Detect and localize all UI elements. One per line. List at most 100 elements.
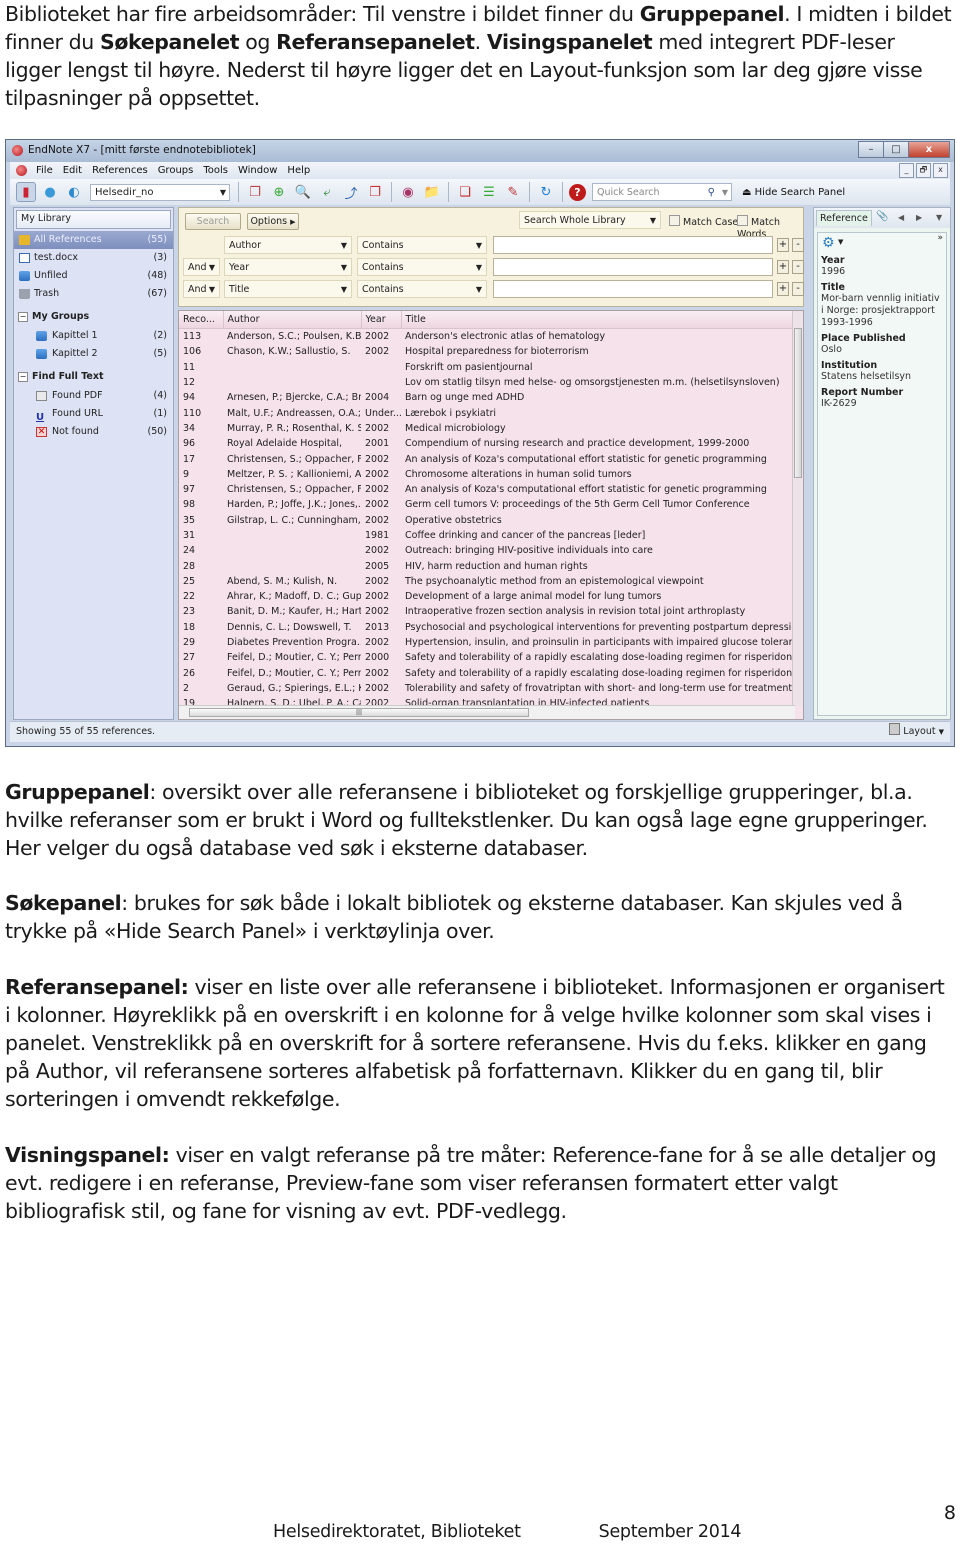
group-item[interactable]: Unfiled (48) <box>14 267 173 285</box>
table-row[interactable]: 98 Harden, P.; Joffe, J.K.; Jones,... 2002… <box>179 497 795 512</box>
return-to-word-icon[interactable]: ✎ <box>503 182 523 202</box>
group-item[interactable]: test.docx (3) <box>14 249 173 267</box>
table-row[interactable]: 11 Forskrift om pasientjournal <box>179 360 795 375</box>
match-case-checkbox[interactable]: Match Case <box>669 215 738 229</box>
maximize-button[interactable]: □ <box>883 141 909 158</box>
table-row[interactable]: 25 Abend, S. M.; Kulish, N. 2002 The psycho… <box>179 574 795 589</box>
document-close-button[interactable]: x <box>933 163 948 178</box>
group-item[interactable]: Kapittel 1 (2) <box>14 327 173 345</box>
table-row[interactable]: 18 Dennis, C. L.; Dowswell, T. 2013 Psychos… <box>179 620 795 635</box>
remove-row-button[interactable]: - <box>792 238 804 252</box>
search-button[interactable]: Search <box>185 213 241 230</box>
open-file-icon[interactable]: 📁 <box>422 182 442 202</box>
table-row[interactable]: 22 Ahrar, K.; Madoff, D. C.; Gup... 2002 De… <box>179 589 795 604</box>
table-row[interactable]: 96 Royal Adelaide Hospital, 2001 Compendium… <box>179 436 795 451</box>
endnote-menu-icon[interactable] <box>16 165 27 176</box>
table-row[interactable]: 97 Christensen, S.; Oppacher, F. 2002 An an… <box>179 482 795 497</box>
panel-menu-icon[interactable]: ▼ <box>936 213 942 222</box>
table-row[interactable]: 34 Murray, P. R.; Rosenthal, K. S... 2002 M… <box>179 421 795 436</box>
menu-help[interactable]: Help <box>282 165 315 176</box>
table-row[interactable]: 94 Arnesen, P.; Bjercke, C.A.; Br... 2004 B… <box>179 390 795 405</box>
search-icon[interactable]: ⚲ <box>708 184 715 201</box>
field-value[interactable]: Mor-barn vennlig initiativ i Norge: pros… <box>818 293 946 331</box>
document-minimize-button[interactable]: _ <box>899 163 914 178</box>
remove-row-button[interactable]: - <box>792 260 804 274</box>
expand-icon[interactable]: » <box>937 233 943 243</box>
layout-button[interactable]: Layout ▼ <box>889 722 944 742</box>
my-groups-header[interactable]: − My Groups <box>14 307 173 327</box>
gear-icon[interactable]: ⚙ <box>822 235 835 251</box>
horizontal-scrollbar[interactable]: ||| <box>179 705 795 719</box>
table-row[interactable]: 113 Anderson, S.C.; Poulsen, K.B. 2002 Ande… <box>179 329 795 345</box>
menu-window[interactable]: Window <box>233 165 282 176</box>
search-operator-select[interactable]: Contains ▼ <box>357 236 487 254</box>
column-header[interactable]: Reco... <box>179 311 224 329</box>
table-row[interactable]: 106 Chason, K.W.; Sallustio, S. 2002 Hospit… <box>179 344 795 359</box>
table-row[interactable]: 26 Feifel, D.; Moutier, C. Y.; Perr... 200… <box>179 666 795 681</box>
vertical-scrollbar[interactable] <box>792 311 803 707</box>
next-icon[interactable]: ▶ <box>916 213 922 222</box>
online-search-icon[interactable]: 🔍 <box>293 182 313 202</box>
format-bibliography-icon[interactable]: ☰ <box>479 182 499 202</box>
integrated-library-mode-icon[interactable]: ◐ <box>64 182 84 202</box>
find-full-text-icon[interactable]: ❐ <box>365 182 385 202</box>
field-value[interactable]: 1996 <box>818 266 946 280</box>
table-row[interactable]: 12 Lov om statlig tilsyn med helse- og om… <box>179 375 795 390</box>
options-button[interactable]: Options ▶ <box>247 213 299 230</box>
field-value[interactable]: Statens helsetilsyn <box>818 371 946 385</box>
table-row[interactable]: 35 Gilstrap, L. C.; Cunningham, ... 2002 Op… <box>179 513 795 528</box>
boolean-operator-select[interactable]: And ▼ <box>183 280 220 298</box>
chevron-down-icon[interactable]: ▼ <box>722 184 728 201</box>
help-icon[interactable]: ? <box>569 183 586 201</box>
hide-search-panel-button[interactable]: ⏏ Hide Search Panel <box>742 187 845 198</box>
group-item[interactable]: ✕ Not found (50) <box>14 423 173 441</box>
output-style-select[interactable]: Helsedir_no ▼ <box>90 183 230 201</box>
open-link-icon[interactable]: ◉ <box>398 182 418 202</box>
scrollbar-thumb[interactable] <box>794 328 802 478</box>
boolean-operator-select[interactable]: And ▼ <box>183 258 220 276</box>
add-row-button[interactable]: + <box>777 238 789 252</box>
search-operator-select[interactable]: Contains ▼ <box>357 280 487 298</box>
group-item[interactable]: All References (55) <box>14 231 173 249</box>
table-row[interactable]: 110 Malt, U.F.; Andreassen, O.A.;... Under… <box>179 405 795 420</box>
field-value[interactable]: IK-2629 <box>818 398 946 412</box>
online-search-mode-icon[interactable]: ● <box>40 182 60 202</box>
table-row[interactable]: 31 1981 Coffee drinking and cancer of the … <box>179 528 795 543</box>
table-row[interactable]: 23 Banit, D. M.; Kaufer, H.; Hart... 2002 I… <box>179 604 795 619</box>
menu-edit[interactable]: Edit <box>58 165 87 176</box>
table-row[interactable]: 2 Geraud, G.; Spierings, E.L.; K... 2002 To… <box>179 681 795 696</box>
table-row[interactable]: 28 2005 HIV, harm reduction and human righ… <box>179 558 795 573</box>
search-operator-select[interactable]: Contains ▼ <box>357 258 487 276</box>
column-header[interactable]: Year <box>361 311 402 329</box>
group-item[interactable]: Kapittel 2 (5) <box>14 345 173 363</box>
scrollbar-thumb[interactable]: ||| <box>189 708 529 717</box>
minimize-button[interactable]: – <box>858 141 884 158</box>
my-library-header[interactable]: My Library <box>16 210 171 229</box>
search-field-select[interactable]: Title ▼ <box>224 280 352 298</box>
new-reference-icon[interactable]: ⊕ <box>269 182 289 202</box>
document-restore-button[interactable]: 🗗 <box>916 163 931 178</box>
table-row[interactable]: 29 Diabetes Prevention Progra... 2002 Hyper… <box>179 635 795 650</box>
local-library-mode-icon[interactable]: ▮ <box>16 182 36 202</box>
export-icon[interactable]: ⤴ <box>341 182 361 202</box>
table-row[interactable]: 17 Christensen, S.; Oppacher, F. 2002 An an… <box>179 451 795 466</box>
insert-citation-icon[interactable]: ❏ <box>455 182 475 202</box>
sync-icon[interactable]: ↻ <box>536 182 556 202</box>
search-field-select[interactable]: Author ▼ <box>224 236 352 254</box>
close-button[interactable]: x <box>908 141 950 158</box>
add-row-button[interactable]: + <box>777 260 789 274</box>
add-row-button[interactable]: + <box>777 282 789 296</box>
attachment-icon[interactable]: 📎 <box>876 211 888 222</box>
collapse-icon[interactable]: − <box>18 372 28 382</box>
menu-groups[interactable]: Groups <box>153 165 199 176</box>
table-row[interactable]: 27 Feifel, D.; Moutier, C. Y.; Perr... 200… <box>179 650 795 665</box>
copy-formatted-icon[interactable]: ❐ <box>245 182 265 202</box>
group-item[interactable]: U Found URL (1) <box>14 405 173 423</box>
search-term-input[interactable] <box>493 236 773 254</box>
previous-icon[interactable]: ◀ <box>898 213 904 222</box>
quick-search-input[interactable]: Quick Search ⚲ ▼ <box>592 183 732 201</box>
group-item[interactable]: Trash (67) <box>14 285 173 303</box>
table-row[interactable]: 24 2002 Outreach: bringing HIV-positive in… <box>179 543 795 558</box>
field-value[interactable]: Oslo <box>818 344 946 358</box>
menu-tools[interactable]: Tools <box>198 165 233 176</box>
